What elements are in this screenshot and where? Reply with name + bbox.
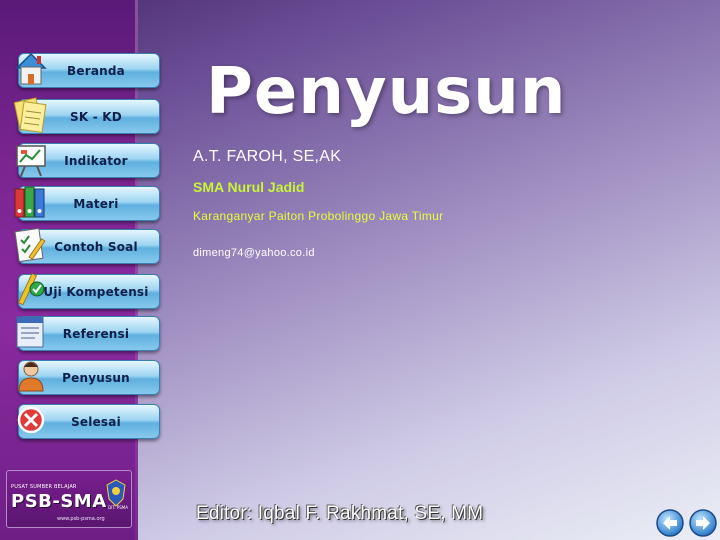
person-icon [18, 361, 44, 392]
menu-button-sk-kd[interactable]: SK - KD [13, 97, 160, 134]
notes-icon [13, 97, 47, 133]
logo-main-text: PSB-SMA [11, 491, 107, 512]
menu-button-contoh-soal[interactable]: Contoh Soal [14, 227, 160, 264]
close-icon [17, 406, 45, 434]
menu-button-beranda[interactable]: Beranda [15, 52, 160, 88]
editor-credit: Editor: Iqbal F. Rakhmat, SE, MM [196, 503, 484, 524]
menu-button-uji-kompetensi[interactable]: Uji Kompetensi [17, 273, 160, 309]
emblem-icon [106, 479, 126, 507]
arrow-right-icon[interactable] [688, 508, 718, 538]
arrow-left-icon[interactable] [655, 508, 685, 538]
menu-button-materi[interactable]: Materi [14, 186, 160, 221]
psb-sma-logo: PUSAT SUMBER BELAJAR PSB-SMA www.psb-psm… [6, 470, 132, 528]
presentation-board-icon [16, 145, 46, 177]
menu-button-penyusun[interactable]: Penyusun [18, 360, 160, 395]
menu-button-referensi[interactable]: Referensi [16, 316, 160, 351]
home-icon [15, 52, 47, 85]
email: dimeng74@yahoo.co.id [193, 247, 315, 259]
emblem-text: DIT. PSMA [108, 505, 128, 510]
document-icon [16, 316, 44, 348]
school-name: SMA Nurul Jadid [193, 179, 305, 195]
pencil-check-icon [17, 273, 45, 306]
logo-top-text: PUSAT SUMBER BELAJAR [11, 484, 77, 490]
menu-button-indikator[interactable]: Indikator [16, 143, 160, 178]
binders-icon [14, 186, 45, 218]
page-title: Penyusun [206, 55, 567, 129]
author-name: A.T. FAROH, SE,AK [193, 148, 342, 165]
logo-url-text: www.psb-psma.org [57, 516, 105, 522]
checklist-icon [14, 227, 46, 263]
address: Karanganyar Paiton Probolinggo Jawa Timu… [193, 209, 444, 223]
menu-button-selesai[interactable]: Selesai [17, 404, 160, 439]
